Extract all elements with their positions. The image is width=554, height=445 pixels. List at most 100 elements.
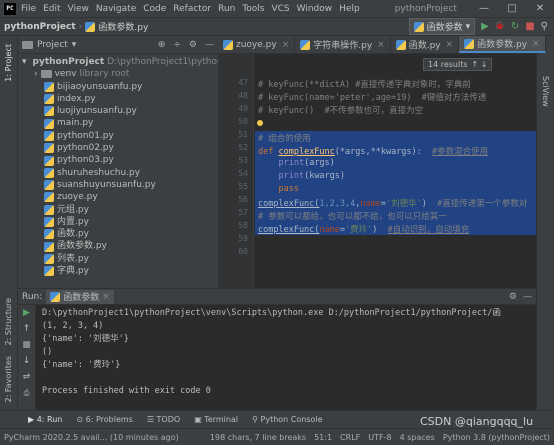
tab-todo[interactable]: ☰ TODO xyxy=(147,415,180,424)
tree-file-item[interactable]: suanshuyunsuanfu.py xyxy=(18,179,218,191)
left-tool-strip: 1: Project 2: Structure 2: Favorites xyxy=(0,36,18,410)
menu-refactor[interactable]: Refactor xyxy=(173,4,211,14)
stop-icon[interactable]: ■ xyxy=(525,21,534,32)
print-icon[interactable]: ⎙ xyxy=(18,385,35,401)
tree-file-item[interactable]: 函数参数.py xyxy=(18,240,218,252)
tab-terminal[interactable]: ▣ Terminal xyxy=(194,415,238,424)
gear-icon[interactable]: ⚙ xyxy=(189,40,197,50)
code-editor[interactable]: 47 48 49 50 51 52 53 54 55 56 57 58 59 60 # keyFunc(*… xyxy=(218,54,536,288)
tree-venv[interactable]: › venv library root xyxy=(18,68,218,80)
rerun-icon[interactable]: ↻ xyxy=(511,21,519,32)
venv-name: venv xyxy=(54,69,77,80)
tab-python-console[interactable]: ⚲ Python Console xyxy=(252,415,322,424)
tree-file-item[interactable]: shuruheshuchu.py xyxy=(18,167,218,179)
close-icon[interactable]: × xyxy=(446,40,454,50)
tree-file-item[interactable]: python01.py xyxy=(18,130,218,142)
tab-function-params[interactable]: 函数参数.py × xyxy=(459,36,546,53)
tree-file-item[interactable]: bijiaoyunsuanfu.py xyxy=(18,81,218,93)
tree-file-item[interactable]: zuoye.py xyxy=(18,191,218,203)
tree-file-item[interactable]: main.py xyxy=(18,117,218,129)
tab-functions[interactable]: 函数.py × xyxy=(391,36,460,53)
menu-run[interactable]: Run xyxy=(218,4,235,14)
status-indent[interactable]: 4 spaces xyxy=(400,433,435,442)
close-icon[interactable]: ✕ xyxy=(526,3,554,14)
python-file-icon xyxy=(44,106,54,117)
menu-view[interactable]: View xyxy=(68,4,89,14)
menu-edit[interactable]: Edit xyxy=(43,4,60,14)
breadcrumb-project[interactable]: pythonProject xyxy=(4,22,76,32)
venv-note: library root xyxy=(79,69,130,80)
rerun-icon[interactable]: ▶ xyxy=(18,305,35,321)
tree-file-label: bijiaoyunsuanfu.py xyxy=(57,81,143,92)
tree-file-item[interactable]: python03.py xyxy=(18,154,218,166)
status-interpreter[interactable]: Python 3.8 (pythonProject) xyxy=(443,433,550,442)
console-output[interactable]: D:\pythonProject1\pythonProject\venv\Scr… xyxy=(42,307,536,398)
menu-navigate[interactable]: Navigate xyxy=(96,4,136,14)
occurrences-navigator[interactable]: 14 results ↑ ↓ xyxy=(423,58,493,71)
tab-favorites[interactable]: 2: Favorites xyxy=(4,356,13,402)
python-file-icon xyxy=(44,118,54,129)
menu-vcs[interactable]: VCS xyxy=(271,4,289,14)
occurrence-arrows-icon[interactable]: ↑ ↓ xyxy=(472,60,488,69)
tree-file-item[interactable]: 内置.py xyxy=(18,216,218,228)
menu-file[interactable]: File xyxy=(21,4,36,14)
debug-icon[interactable]: 🐞 xyxy=(495,21,505,32)
tree-file-item[interactable]: index.py xyxy=(18,93,218,105)
stop-icon[interactable]: ■ xyxy=(18,337,35,353)
status-line-separator[interactable]: CRLF xyxy=(340,433,360,442)
status-encoding[interactable]: UTF-8 xyxy=(368,433,391,442)
tab-project[interactable]: 1: Project xyxy=(4,44,13,82)
tab-string-ops[interactable]: 字符串操作.py × xyxy=(295,36,391,53)
intention-bulb-icon[interactable] xyxy=(257,120,263,126)
locate-icon[interactable]: ⊕ xyxy=(158,40,166,50)
gear-icon[interactable]: ⚙ xyxy=(509,292,517,302)
chevron-down-icon: ▾ xyxy=(22,57,27,67)
tab-run[interactable]: ▶ 4: Run xyxy=(28,415,62,424)
search-icon[interactable]: ⚲ xyxy=(541,21,548,32)
tree-file-item[interactable]: python02.py xyxy=(18,142,218,154)
close-icon[interactable]: × xyxy=(282,40,290,50)
occurrences-count: 14 results xyxy=(428,60,468,69)
tree-file-item[interactable]: 列表.py xyxy=(18,253,218,265)
close-icon[interactable]: × xyxy=(532,39,540,49)
python-file-icon xyxy=(44,94,54,105)
scroll-down-icon[interactable]: ↓ xyxy=(18,353,35,369)
collapse-icon[interactable]: ÷ xyxy=(173,40,181,50)
tree-file-item[interactable]: 函数.py xyxy=(18,228,218,240)
tab-sciview[interactable]: SciView xyxy=(541,76,550,107)
line-gutter: 47 48 49 50 51 52 53 54 55 56 57 58 59 60 xyxy=(218,54,254,288)
run-config-tab[interactable]: 函数参数 × xyxy=(46,289,114,304)
python-file-icon xyxy=(464,38,475,49)
tree-file-item[interactable]: luojiyunsuanfu.py xyxy=(18,105,218,117)
scroll-up-icon[interactable]: ↑ xyxy=(18,321,35,337)
close-icon[interactable]: × xyxy=(377,40,385,50)
tab-problems[interactable]: ⊙ 6: Problems xyxy=(76,415,132,424)
status-caret-position[interactable]: 51:1 xyxy=(314,433,332,442)
close-icon[interactable]: × xyxy=(102,292,110,302)
project-panel-title[interactable]: Project xyxy=(37,40,68,50)
tab-structure[interactable]: 2: Structure xyxy=(4,298,13,346)
menu-tools[interactable]: Tools xyxy=(242,4,264,14)
hide-icon[interactable]: — xyxy=(523,292,532,302)
chevron-down-icon: ▾ xyxy=(71,39,77,50)
minimize-icon[interactable]: — xyxy=(470,3,498,14)
maximize-icon[interactable]: □ xyxy=(498,3,526,14)
tree-file-item[interactable]: 元组.py xyxy=(18,204,218,216)
tab-zuoye[interactable]: zuoye.py × xyxy=(218,36,296,53)
folder-icon xyxy=(40,70,52,79)
menu-window[interactable]: Window xyxy=(297,4,333,14)
status-update-notice[interactable]: PyCharm 2020.2.5 avail... (10 minutes ag… xyxy=(4,433,179,442)
tree-file-item[interactable]: 字典.py xyxy=(18,265,218,277)
hide-icon[interactable]: — xyxy=(205,40,214,50)
tree-root[interactable]: ▾ pythonProject D:\pythonProject1\python… xyxy=(18,56,218,68)
tree-file-label: 函数参数.py xyxy=(57,241,107,252)
tab-label: 函数.py xyxy=(408,41,441,51)
run-icon[interactable]: ▶ xyxy=(481,21,489,32)
run-config-selector[interactable]: 函数参数 ▾ xyxy=(408,18,476,35)
soft-wrap-icon[interactable]: ⇌ xyxy=(18,369,35,385)
breadcrumb-file[interactable]: 函数参数.py xyxy=(98,20,148,33)
chevron-down-icon: ▾ xyxy=(465,21,471,32)
menu-code[interactable]: Code xyxy=(143,4,166,14)
menu-help[interactable]: Help xyxy=(339,4,360,14)
python-file-icon xyxy=(44,241,54,252)
